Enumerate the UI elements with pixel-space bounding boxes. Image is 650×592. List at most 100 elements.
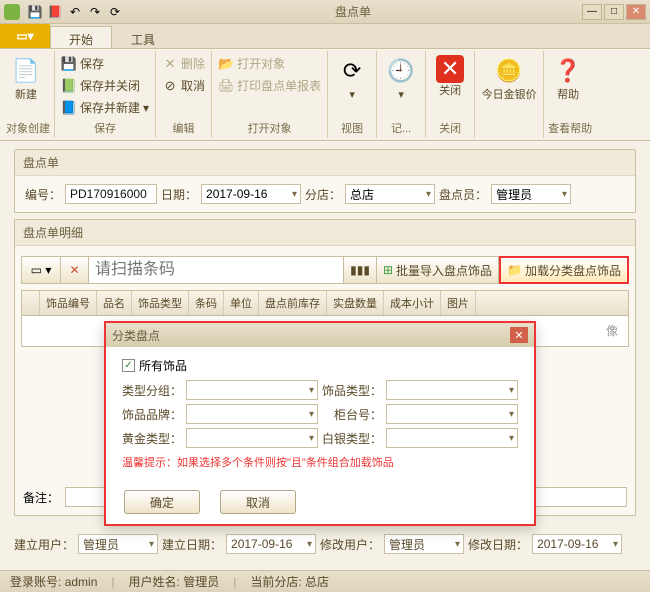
all-checkbox[interactable]: ✓ 所有饰品 [122,357,518,374]
maximize-button[interactable]: □ [604,4,624,20]
col-unit[interactable]: 单位 [224,291,259,315]
new-button[interactable]: 📄 新建 [6,53,46,103]
col-barcode[interactable]: 条码 [189,291,224,315]
col-type[interactable]: 饰品类型 [132,291,189,315]
status-branch: 总店 [305,575,329,589]
delete-button: ✕删除 [160,53,207,74]
help-icon: ❓ [552,55,584,87]
window-controls: — □ ✕ [582,4,646,20]
ribbon: 📄 新建 对象创建 💾保存 📗保存并关闭 📘保存并新建 ▾ 保存 ✕删除 ⊘取消… [0,49,650,141]
footer-row: 建立用户： 管理员 建立日期： 2017-09-16 修改用户： 管理员 修改日… [0,530,650,558]
cancel-icon: ⊘ [162,78,178,94]
window-title: 盘点单 [124,3,582,20]
save-close-button[interactable]: 📗保存并关闭 [59,75,151,96]
log-button[interactable]: 🕘▾ [381,53,421,103]
redo-icon[interactable]: ↷ [86,3,104,21]
branch-label: 分店： [305,186,341,203]
gold-type-input[interactable] [186,428,318,448]
refresh-icon[interactable]: ⟳ [106,3,124,21]
load-category-button[interactable]: 📁加载分类盘点饰品 [499,256,629,284]
checker-label: 盘点员： [439,186,487,203]
help-button[interactable]: ❓帮助 [548,53,588,103]
barcode-button[interactable]: ▮▮▮ [344,256,377,284]
save-icon: 💾 [61,56,77,72]
new-icon: 📄 [10,55,42,87]
folder-icon: 📁 [507,263,522,277]
detail-title: 盘点单明细 [15,220,635,246]
barcode-icon: ▮▮▮ [350,263,370,277]
table-icon: ⊞ [383,263,393,277]
ghost-text: 像 [606,322,618,339]
chevron-down-icon: ▾ [143,101,149,115]
col-cost[interactable]: 成本小计 [384,291,441,315]
modify-user-input[interactable]: 管理员 [384,534,464,554]
save-close-icon[interactable]: 📕 [46,3,64,21]
sheet-section: 盘点单 编号： PD170916000 日期： 2017-09-16 分店： 总… [14,149,636,213]
create-date-input[interactable]: 2017-09-16 [226,534,316,554]
modify-date-input[interactable]: 2017-09-16 [532,534,622,554]
ribbon-tabs: ▭▾ 开始 工具 [0,24,650,49]
undo-icon[interactable]: ↶ [66,3,84,21]
brand-input[interactable] [186,404,318,424]
scan-input[interactable] [89,256,344,284]
type-group-input[interactable] [186,380,318,400]
dialog-warning: 温馨提示：如果选择多个条件则按"且"条件组合加载饰品 [122,454,518,470]
batch-import-button[interactable]: ⊞批量导入盘点饰品 [377,256,499,284]
no-label: 编号： [25,186,61,203]
col-image[interactable]: 图片 [441,291,476,315]
silver-type-input[interactable] [386,428,518,448]
checkbox-icon: ✓ [122,359,135,372]
detail-dropdown[interactable]: ▭ ▾ [21,256,61,284]
clear-button[interactable]: ✕ [61,256,89,284]
prod-type-input[interactable] [386,380,518,400]
col-name[interactable]: 品名 [97,291,132,315]
create-user-input[interactable]: 管理员 [78,534,158,554]
open-icon: 📂 [218,56,234,72]
save-close-icon: 📗 [61,78,77,94]
gold-silver-button[interactable]: 🪙今日金银价 [479,53,539,103]
minimize-button[interactable]: — [582,4,602,20]
quick-access-toolbar: 💾 📕 ↶ ↷ ⟳ [26,3,124,21]
delete-icon: ✕ [162,56,178,72]
status-account: admin [65,575,98,589]
print-report-button: 🖨打印盘点单报表 [216,75,323,96]
col-no[interactable]: 饰品编号 [40,291,97,315]
save-button[interactable]: 💾保存 [59,53,151,74]
cancel-button[interactable]: ⊘取消 [160,75,207,96]
col-before[interactable]: 盘点前库存 [259,291,327,315]
counter-input[interactable] [386,404,518,424]
refresh-icon: ⟳ [336,55,368,87]
titlebar: 💾 📕 ↶ ↷ ⟳ 盘点单 — □ ✕ [0,0,650,24]
dialog-close-button[interactable]: ✕ [510,327,528,343]
dialog-ok-button[interactable]: 确定 [124,490,200,514]
dialog-cancel-button[interactable]: 取消 [220,490,296,514]
branch-input[interactable]: 总店 [345,184,435,204]
view-button[interactable]: ⟳▾ [332,53,372,103]
open-object-button: 📂打开对象 [216,53,323,74]
tab-start[interactable]: 开始 [50,26,112,48]
clock-icon: 🕘 [385,55,417,87]
col-actual[interactable]: 实盘数量 [327,291,384,315]
save-new-icon: 📘 [61,100,77,116]
file-menu[interactable]: ▭▾ [0,24,50,48]
app-icon [4,4,20,20]
grid-header: 饰品编号 品名 饰品类型 条码 单位 盘点前库存 实盘数量 成本小计 图片 [22,291,628,316]
coin-icon: 🪙 [493,55,525,87]
no-input[interactable]: PD170916000 [65,184,157,204]
date-input[interactable]: 2017-09-16 [201,184,301,204]
statusbar: 登录账号: admin | 用户姓名: 管理员 | 当前分店: 总店 [0,570,650,592]
category-dialog: 分类盘点 ✕ ✓ 所有饰品 类型分组： 饰品类型： 饰品品牌： 柜台号： 黄金类… [104,321,536,526]
dialog-title: 分类盘点 [112,327,160,344]
note-label: 备注： [23,489,59,506]
sheet-title: 盘点单 [15,150,635,176]
status-user: 管理员 [183,575,219,589]
print-icon: 🖨 [218,78,234,94]
close-button[interactable]: ✕ [626,4,646,20]
save-new-button[interactable]: 📘保存并新建 ▾ [59,97,151,118]
tab-tools[interactable]: 工具 [112,26,174,48]
close-icon: ✕ [436,55,464,83]
close-object-button[interactable]: ✕关闭 [430,53,470,99]
save-icon[interactable]: 💾 [26,3,44,21]
checker-input[interactable]: 管理员 [491,184,571,204]
date-label: 日期： [161,186,197,203]
